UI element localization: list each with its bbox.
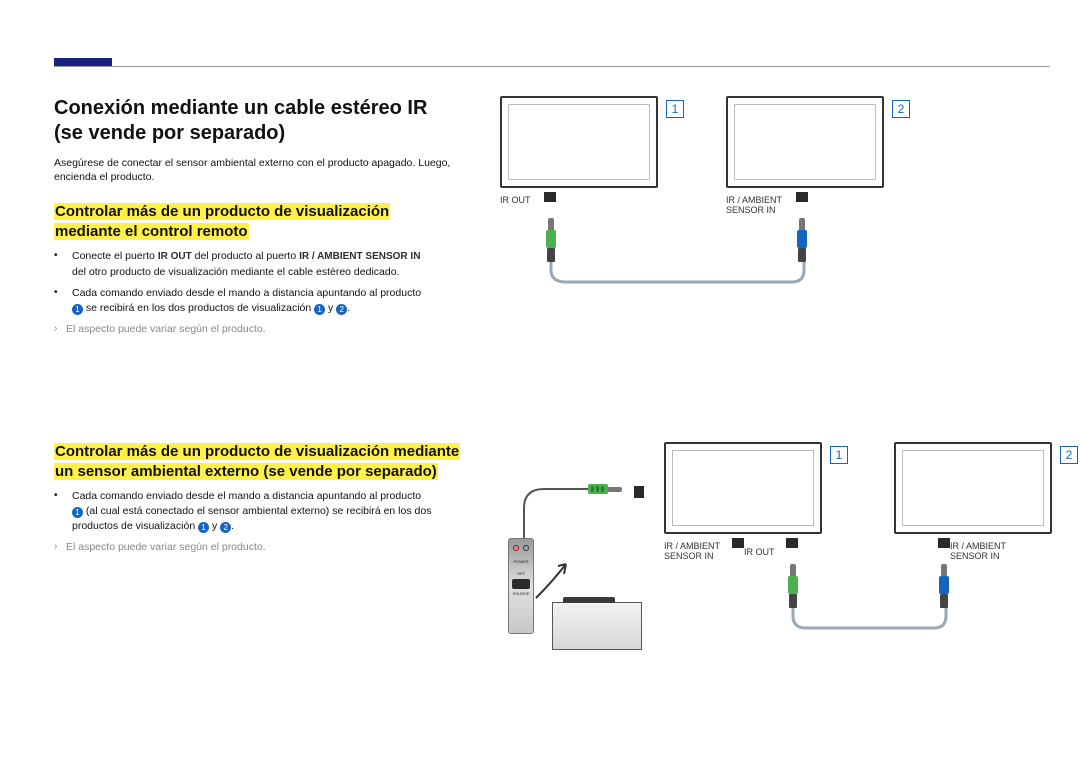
subheading-sensor: Controlar más de un producto de visualiz… <box>54 442 474 481</box>
sensor-box-icon <box>552 602 642 650</box>
monitor-2b-badge: 2 <box>1060 446 1078 464</box>
monitor-2b <box>894 442 1052 534</box>
intro-text: Asegúrese de conectar el sensor ambienta… <box>54 156 474 184</box>
number-badge-1: 1 <box>72 507 83 518</box>
number-badge-1: 1 <box>314 304 325 315</box>
monitor-2-badge: 2 <box>892 100 910 118</box>
label-ir-ambient: IR / AMBIENT SENSOR IN <box>726 196 782 216</box>
monitor-1-badge: 1 <box>666 100 684 118</box>
title-line-2: (se vende por separado) <box>54 122 285 144</box>
port-box <box>938 538 950 548</box>
cable-path-2 <box>786 594 956 634</box>
number-badge-1: 1 <box>72 304 83 315</box>
subheading-remote-l1: Controlar más de un producto de visualiz… <box>54 203 390 220</box>
green-jack-icon <box>788 564 798 594</box>
subheading-sensor-l1: Controlar más de un producto de visualiz… <box>54 443 460 460</box>
bullets-a: • Conecte el puerto IR OUT del producto … <box>54 249 474 316</box>
port-box <box>634 486 644 498</box>
label-ir-ambient-1b: IR / AMBIENT SENSOR IN <box>664 542 720 562</box>
port-box <box>732 538 744 548</box>
subheading-remote: Controlar más de un producto de visualiz… <box>54 202 474 241</box>
diagram-2: 1 2 IR / AMBIENT SENSOR IN IR OUT IR / A… <box>494 442 1050 672</box>
page-title: Conexión mediante un cable estéreo IR (s… <box>54 96 474 146</box>
label-ir-out: IR OUT <box>500 196 531 206</box>
monitor-1 <box>500 96 658 188</box>
monitor-2 <box>726 96 884 188</box>
bullets-b: • Cada comando enviado desde el mando a … <box>54 489 474 535</box>
monitor-1b <box>664 442 822 534</box>
label-ir-out-1b: IR OUT <box>744 548 775 558</box>
note-b: El aspecto puede variar según el product… <box>54 541 474 553</box>
bullet-marker: • <box>54 286 58 301</box>
subheading-sensor-l2: un sensor ambiental externo (se vende po… <box>54 463 438 480</box>
port-box <box>786 538 798 548</box>
subheading-remote-l2: mediante el control remoto <box>54 223 249 240</box>
number-badge-1: 1 <box>198 522 209 533</box>
bullet-b1: • Cada comando enviado desde el mando a … <box>54 489 474 535</box>
note-a: El aspecto puede variar según el product… <box>54 323 474 335</box>
monitor-1b-badge: 1 <box>830 446 848 464</box>
remote-control-icon: POWER OFF SOURCE <box>508 538 534 634</box>
port-box <box>544 192 556 202</box>
blue-jack-icon <box>939 564 949 594</box>
green-jack-icon <box>546 218 556 248</box>
title-line-1: Conexión mediante un cable estéreo IR <box>54 97 427 119</box>
number-badge-2: 2 <box>336 304 347 315</box>
blue-jack-icon <box>797 218 807 248</box>
bullet-marker: • <box>54 489 58 504</box>
ir-arrow-icon <box>532 552 578 602</box>
number-badge-2: 2 <box>220 522 231 533</box>
bullet-a1: • Conecte el puerto IR OUT del producto … <box>54 249 474 280</box>
header-accent <box>54 58 112 66</box>
port-box <box>796 192 808 202</box>
bullet-a2: • Cada comando enviado desde el mando a … <box>54 286 474 316</box>
label-ir-ambient-2b: IR / AMBIENT SENSOR IN <box>950 542 1006 562</box>
header-rule <box>54 66 1050 67</box>
bullet-marker: • <box>54 249 58 264</box>
diagram-1: 1 2 IR OUT IR / AMBIENT SENSOR IN <box>494 96 1050 286</box>
cable-path <box>544 248 814 288</box>
